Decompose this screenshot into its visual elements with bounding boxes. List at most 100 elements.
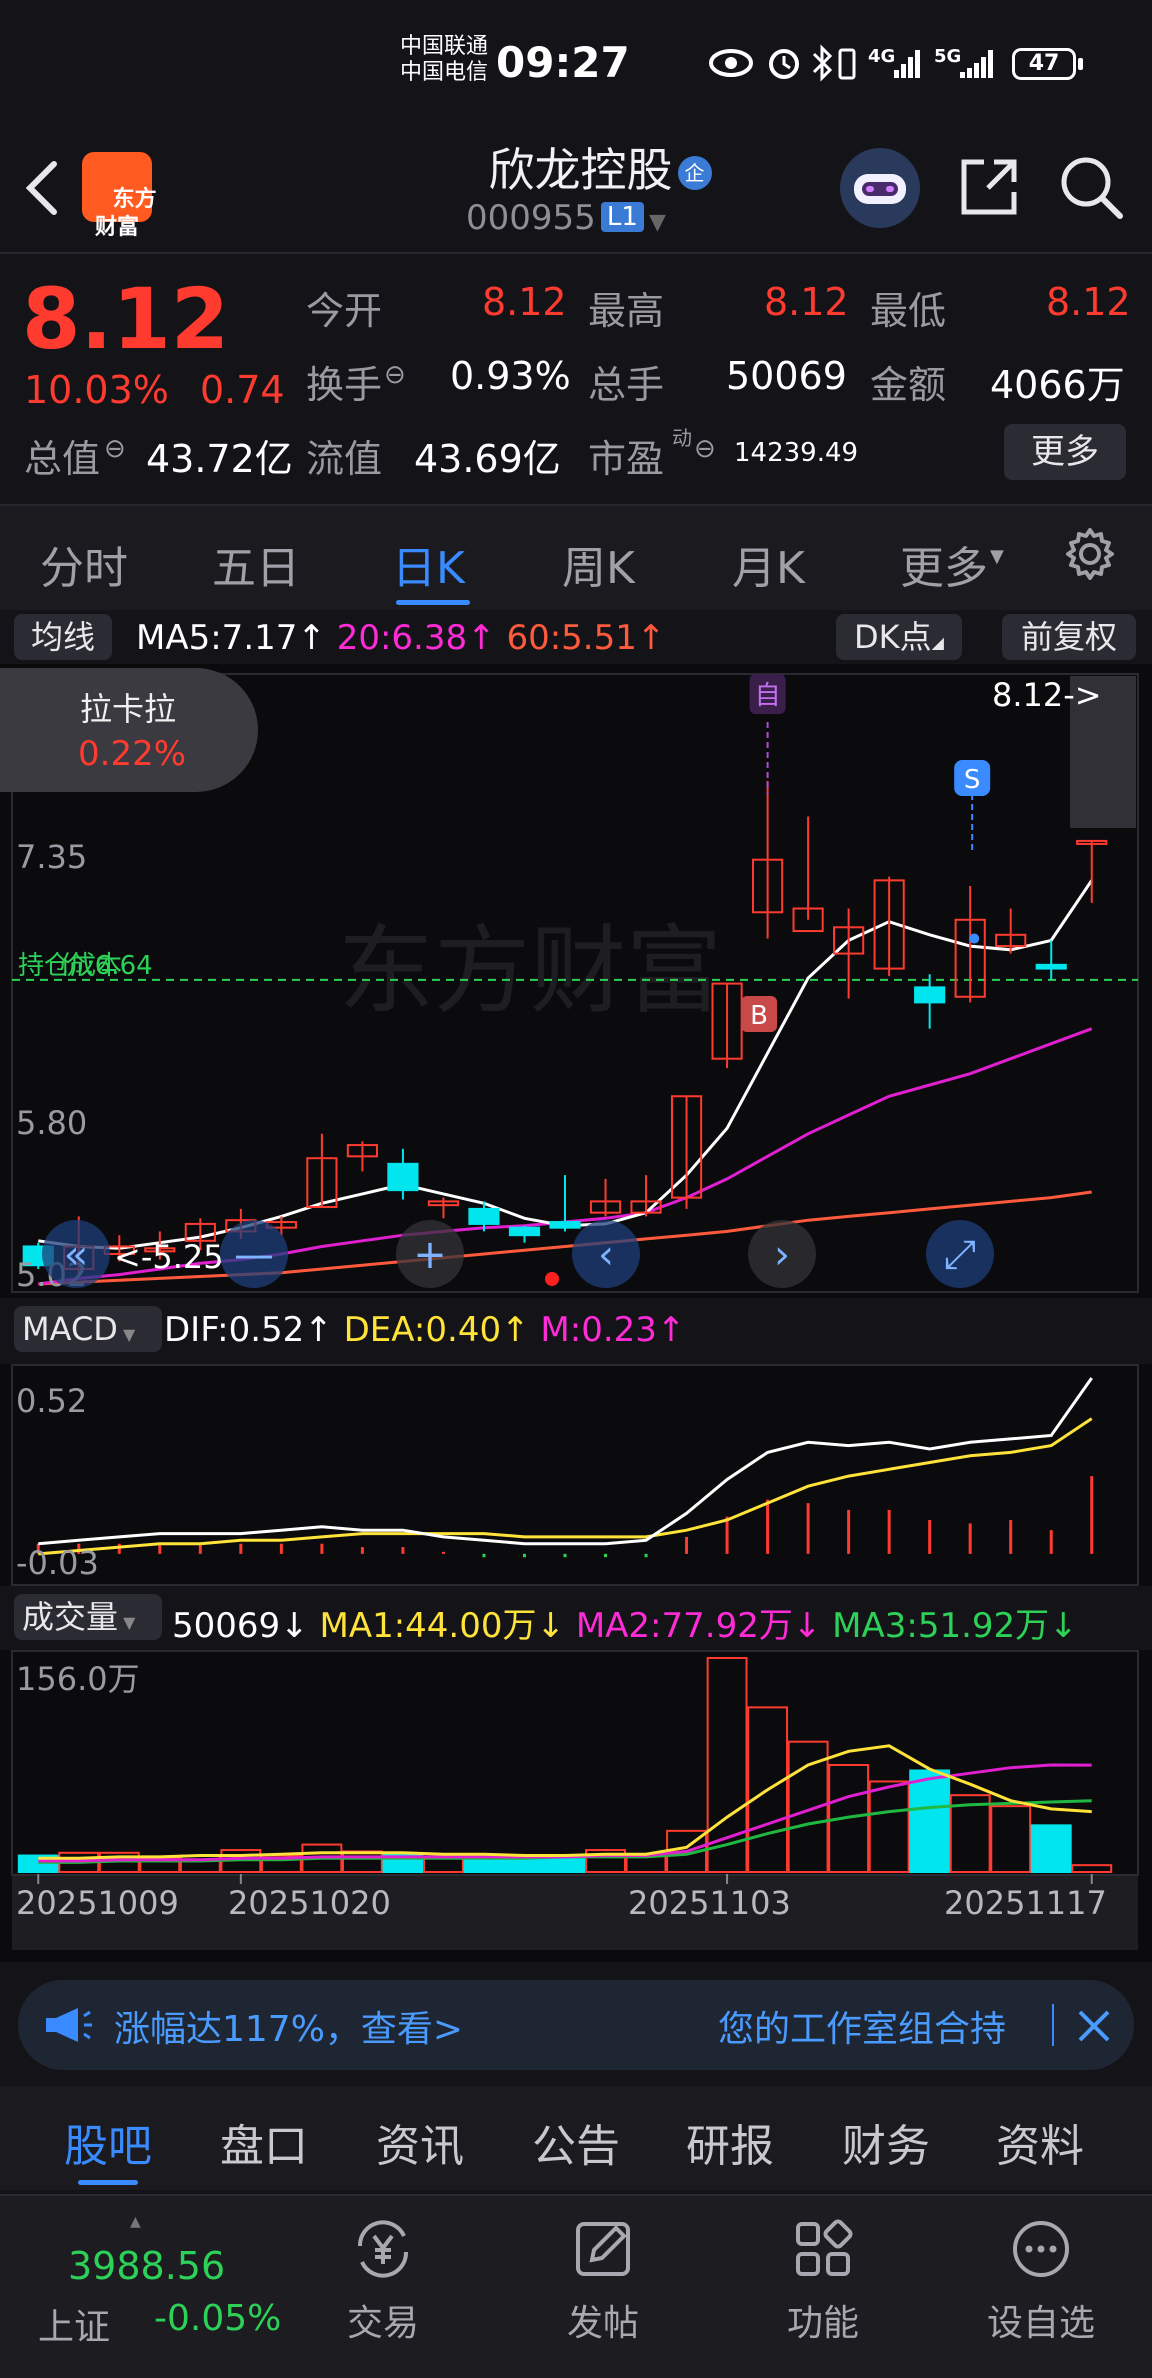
assistant-robot-icon[interactable] bbox=[840, 148, 920, 228]
trade-yen-icon bbox=[357, 2220, 409, 2278]
y-label-7-35: 7.35 bbox=[16, 838, 87, 876]
megaphone-icon bbox=[46, 2008, 92, 2042]
zoom-out-icon[interactable]: — bbox=[220, 1220, 288, 1288]
macd-chart[interactable]: 0.52 -0.03 bbox=[0, 1364, 1152, 1586]
dk-point-button[interactable]: DK点◢ bbox=[836, 614, 962, 660]
tab-fenshi[interactable]: 分时 bbox=[40, 532, 128, 596]
ma5-value: MA5:7.17 bbox=[136, 618, 298, 658]
lakala-percent: 0.22% bbox=[78, 734, 187, 774]
back-arrow-icon[interactable] bbox=[22, 158, 62, 218]
bluetooth-icon bbox=[812, 44, 833, 82]
level-badge[interactable]: L1 bbox=[600, 202, 644, 232]
subtab-news[interactable]: 资讯 bbox=[376, 2110, 464, 2174]
nav-post-label: 发帖 bbox=[566, 2303, 639, 2344]
turnover-value: 0.93% bbox=[450, 354, 571, 398]
macd-selector[interactable]: MACD ▼ bbox=[14, 1306, 162, 1352]
volume-ma1: MA1:44.00万 bbox=[319, 1606, 537, 1646]
fullscreen-icon-glyph: ⤢ bbox=[944, 1232, 976, 1278]
signal-1-icon bbox=[894, 50, 920, 78]
mktcap-info-icon[interactable]: ⊖ bbox=[104, 434, 126, 464]
clock: 09:27 bbox=[496, 38, 630, 87]
scroll-right-icon[interactable]: › bbox=[748, 1220, 816, 1288]
nav-functions[interactable]: 功能 bbox=[748, 2216, 898, 2346]
candle-body bbox=[914, 986, 946, 1004]
macd-y-bottom: -0.03 bbox=[16, 1544, 99, 1582]
index-name: 上证 bbox=[38, 2307, 111, 2348]
badge-s-dot bbox=[969, 933, 980, 944]
macd-dif: DIF:0.52 bbox=[164, 1310, 305, 1350]
macd-m: M:0.23 bbox=[540, 1310, 657, 1350]
nav-post[interactable]: 发帖 bbox=[528, 2216, 678, 2346]
volume-selector[interactable]: 成交量 ▼ bbox=[14, 1594, 162, 1640]
index-widget[interactable]: ▲ 3988.56 上证 -0.05% bbox=[30, 2214, 290, 2354]
lakala-card[interactable]: 拉卡拉 0.22% bbox=[0, 668, 258, 792]
open-label: 今开 bbox=[306, 289, 383, 333]
ticker-banner[interactable]: 涨幅达117%，查看> 您的工作室组合持 bbox=[18, 1980, 1134, 2070]
adjust-label: 前复权 bbox=[1020, 618, 1117, 656]
price-marker: 8.12-> bbox=[992, 676, 1102, 714]
volume-bar bbox=[1030, 1824, 1072, 1874]
pe-value: 14239.49 bbox=[734, 438, 859, 468]
alarm-icon bbox=[769, 49, 799, 79]
tab-more-caret-icon[interactable]: ▼ bbox=[990, 546, 1004, 567]
header: 东方 财富 欣龙控股 企 000955 L1 ▼ bbox=[0, 130, 1152, 254]
more-dots-icon bbox=[1013, 2221, 1069, 2277]
volume-label: 总手 bbox=[588, 363, 665, 407]
code-dropdown-icon[interactable]: ▼ bbox=[649, 210, 666, 235]
app-logo[interactable]: 东方 财富 bbox=[82, 152, 157, 240]
subtab-profile[interactable]: 资料 bbox=[996, 2110, 1084, 2174]
dk-point-label: DK点 bbox=[854, 618, 932, 656]
date-label: 20251117 bbox=[944, 1884, 1107, 1922]
subtab-research[interactable]: 研报 bbox=[686, 2110, 774, 2174]
pe-label: 市盈 bbox=[588, 437, 665, 481]
search-icon[interactable] bbox=[1058, 154, 1124, 220]
volume-chart[interactable]: 156.0万 20251009 20251020 20251103 20251117 bbox=[0, 1650, 1152, 1962]
current-price: 8.12 bbox=[22, 270, 230, 368]
subtab-notice[interactable]: 公告 bbox=[532, 2110, 620, 2174]
zoom-out-icon-glyph: — bbox=[234, 1232, 274, 1278]
candle-body bbox=[1035, 963, 1067, 970]
nav-trade[interactable]: 交易 bbox=[308, 2216, 458, 2346]
subtab-guba[interactable]: 股吧 bbox=[64, 2110, 152, 2174]
low-value: 8.12 bbox=[1046, 280, 1131, 324]
pe-info-icon[interactable]: ⊖ bbox=[694, 434, 716, 464]
tab-more[interactable]: 更多 bbox=[900, 532, 988, 596]
turnover-info-icon[interactable]: ⊖ bbox=[384, 360, 406, 390]
fullscreen-icon[interactable]: ⤢ bbox=[926, 1220, 994, 1288]
nav-trade-label: 交易 bbox=[346, 2303, 419, 2344]
tab-weekly-k[interactable]: 周K bbox=[562, 532, 635, 596]
zoom-in-icon[interactable]: + bbox=[396, 1220, 464, 1288]
volume-selector-label: 成交量 bbox=[22, 1598, 119, 1636]
scroll-left-icon[interactable]: ‹ bbox=[572, 1220, 640, 1288]
volume-ma3: MA3:51.92万 bbox=[832, 1606, 1050, 1646]
settings-gear-icon[interactable] bbox=[1062, 526, 1118, 582]
adjust-button[interactable]: 前复权 bbox=[1002, 614, 1136, 660]
volume-bar bbox=[909, 1769, 951, 1873]
more-button[interactable]: 更多 bbox=[1004, 424, 1126, 480]
ticker-text-2[interactable]: 您的工作室组合持 bbox=[718, 2000, 1048, 2052]
tab-five-day[interactable]: 五日 bbox=[212, 532, 300, 596]
ma-selector[interactable]: 均线 bbox=[14, 614, 112, 660]
ticker-text-1[interactable]: 涨幅达117%，查看> bbox=[114, 2000, 463, 2052]
volume-ma2: MA2:77.92万 bbox=[575, 1606, 793, 1646]
volume-value: 50069 bbox=[172, 1606, 281, 1646]
quote-panel: 8.12 10.03% 0.74 今开 8.12 最高 8.12 最低 8.12… bbox=[0, 254, 1152, 504]
nav-add-watchlist[interactable]: 设自选 bbox=[966, 2216, 1116, 2346]
ma-selector-label: 均线 bbox=[30, 618, 95, 656]
open-value: 8.12 bbox=[482, 280, 567, 324]
tab-monthly-k[interactable]: 月K bbox=[732, 532, 805, 596]
volume-indicator-row: 成交量 ▼ 50069↓ MA1:44.00万↓ MA2:77.92万↓ MA3… bbox=[0, 1590, 1152, 1646]
subtab-pankou[interactable]: 盘口 bbox=[220, 2110, 308, 2174]
nav-functions-label: 功能 bbox=[786, 2303, 859, 2344]
candle-body bbox=[508, 1226, 541, 1237]
share-icon[interactable] bbox=[958, 156, 1020, 218]
vol-y-top: 156.0万 bbox=[16, 1660, 140, 1698]
index-value: 3988.56 bbox=[68, 2244, 226, 2288]
subtab-finance[interactable]: 财务 bbox=[842, 2110, 930, 2174]
volume-bar bbox=[504, 1857, 545, 1874]
tab-daily-k[interactable]: 日K bbox=[392, 532, 465, 596]
scroll-left-fast-icon[interactable]: « bbox=[42, 1220, 110, 1288]
more-button-label: 更多 bbox=[1031, 432, 1099, 472]
close-icon[interactable] bbox=[1076, 2008, 1112, 2044]
pe-superscript: 动 bbox=[672, 426, 692, 450]
